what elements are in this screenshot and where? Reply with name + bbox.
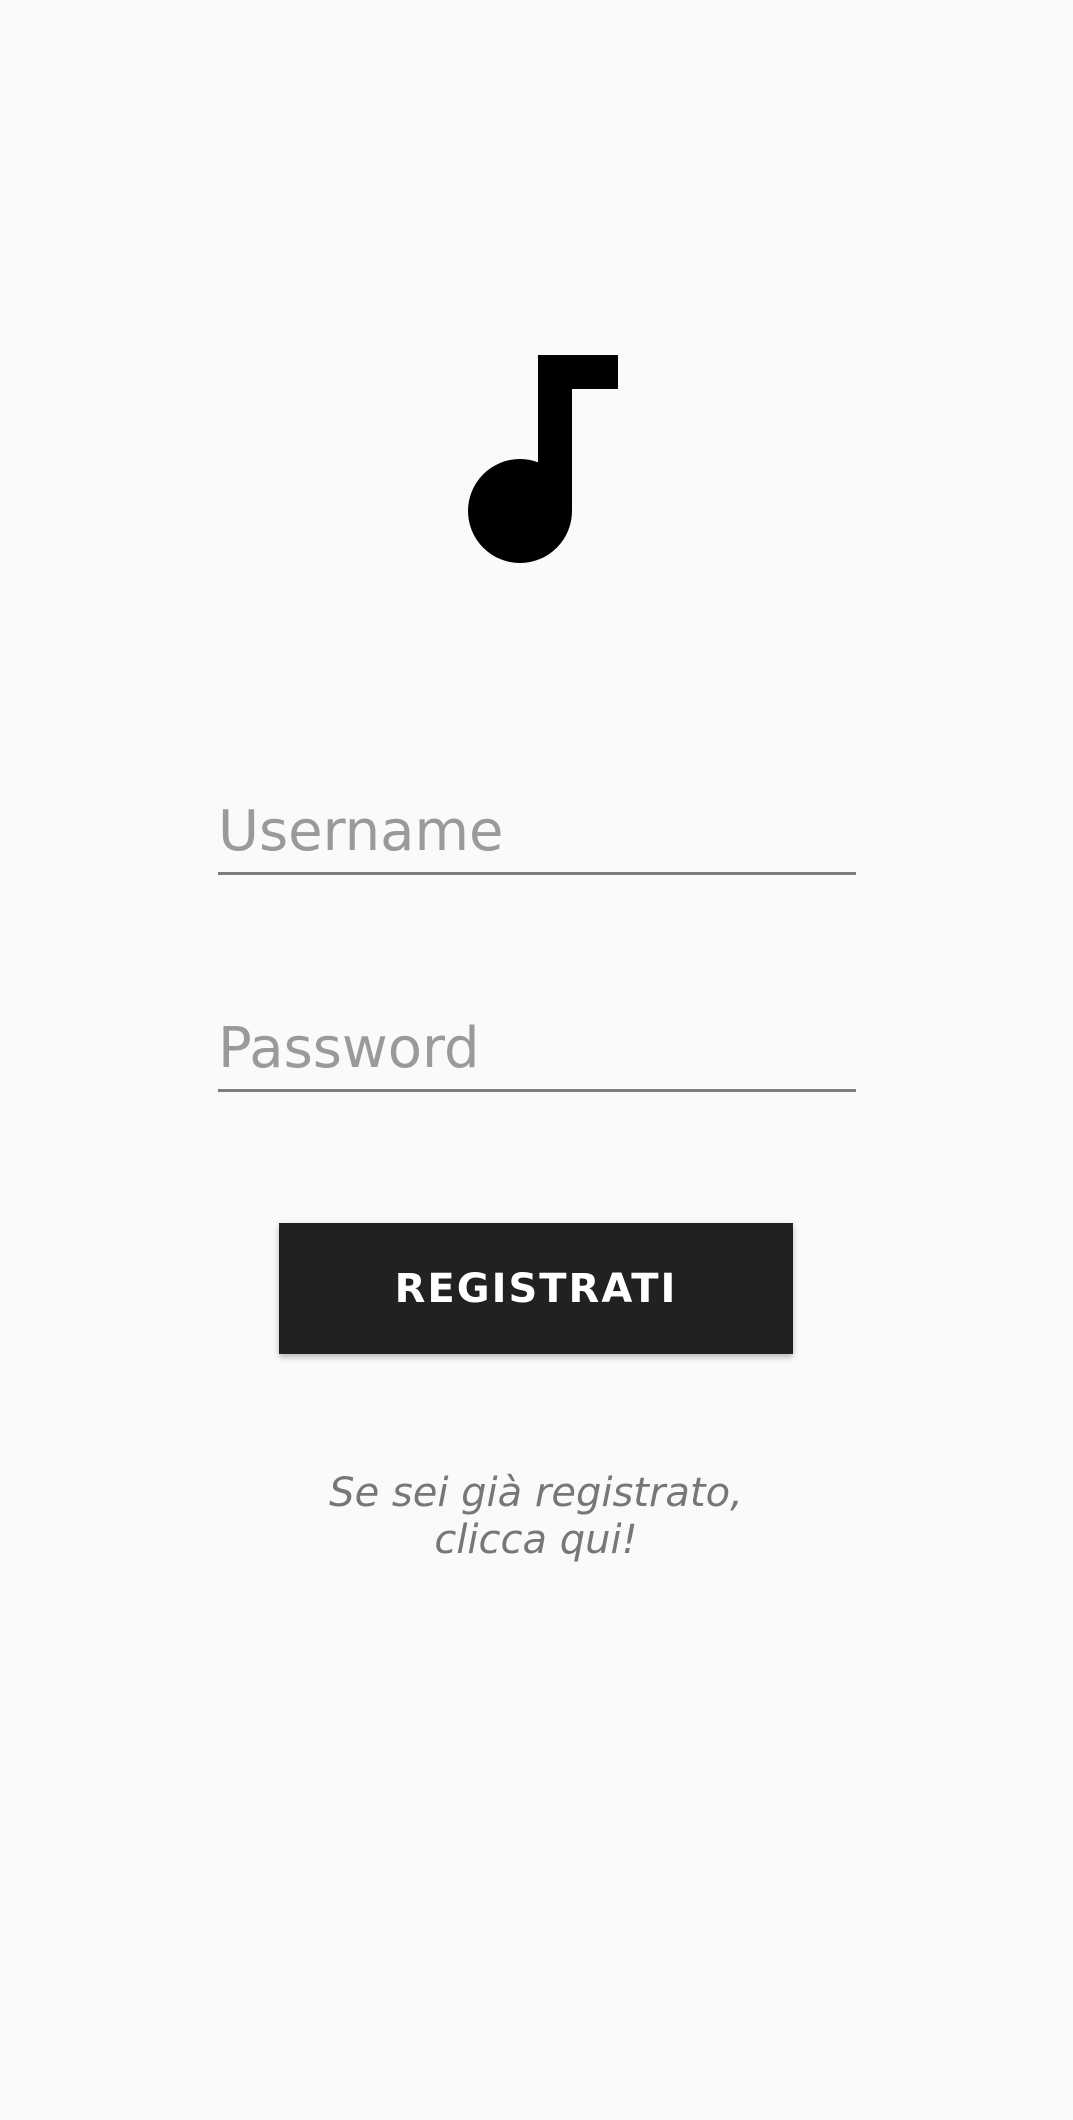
username-field[interactable]	[218, 794, 856, 875]
password-input[interactable]	[218, 1011, 856, 1089]
login-link-line2: clicca qui!	[434, 1517, 638, 1563]
login-link-line1: Se sei già registrato,	[329, 1470, 743, 1516]
username-input[interactable]	[218, 794, 856, 872]
register-button[interactable]: REGISTRATI	[279, 1223, 793, 1354]
password-field[interactable]	[218, 1011, 856, 1092]
login-link[interactable]: Se sei già registrato, clicca qui!	[186, 1470, 886, 1564]
music-note-icon	[468, 355, 618, 563]
